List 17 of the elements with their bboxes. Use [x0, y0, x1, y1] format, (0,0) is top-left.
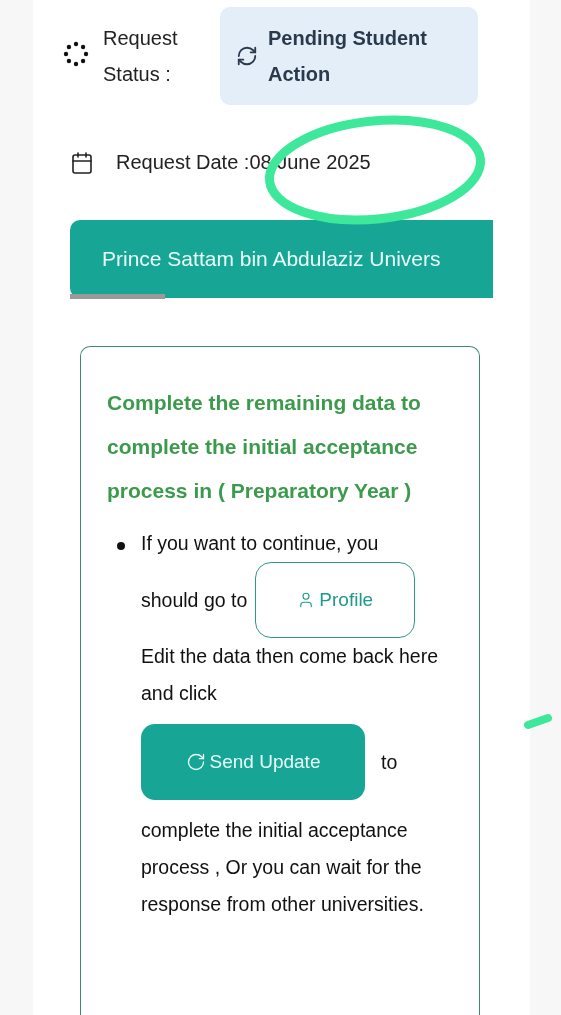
instruction-text: Edit the data then come back here and click [141, 644, 440, 706]
instruction-text: to [381, 749, 398, 775]
notice-title: Complete the remaining data to complete the initial acceptance process in ( Preparatory Year ) [107, 390, 422, 504]
pen-stroke [523, 712, 553, 730]
instruction-text: If you want to continue, you [141, 531, 380, 556]
send-update-button[interactable]: Send Update [141, 724, 365, 800]
instruction-text: should go to [141, 587, 248, 613]
profile-button[interactable]: Profile [255, 562, 416, 638]
rotate-icon [185, 752, 206, 772]
refresh-icon [236, 45, 258, 67]
loading-icon [63, 41, 89, 67]
bullet-icon [117, 542, 125, 550]
status-label: Request Status : [103, 26, 179, 87]
instruction-text: complete the initial acceptance process , Or you can wait for the response from other universities. [141, 818, 425, 917]
status-badge: Pending Student Action [220, 7, 478, 105]
calendar-icon [70, 150, 94, 175]
university-tab[interactable]: Prince Sattam bin Abdulaziz Univers [70, 220, 493, 298]
